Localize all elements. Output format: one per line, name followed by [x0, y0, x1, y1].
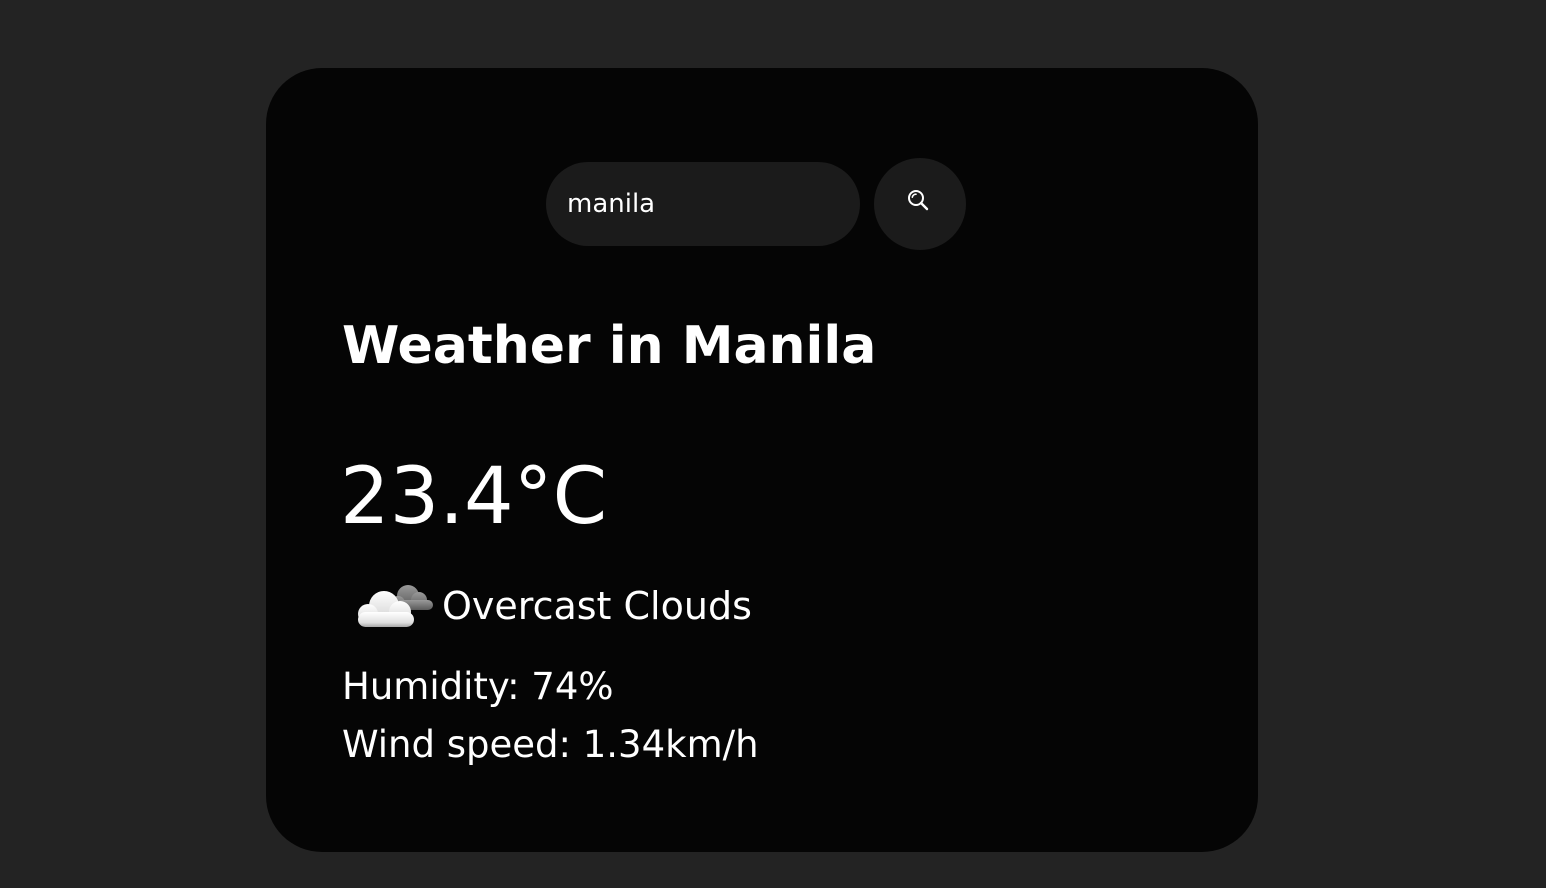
weather-description: Overcast Clouds	[442, 584, 752, 628]
search-button[interactable]	[874, 158, 966, 250]
search-icon	[908, 190, 929, 211]
city-heading: Weather in Manila	[342, 316, 877, 376]
search-input[interactable]	[546, 162, 860, 246]
wind-speed-text: Wind speed: 1.34km/h	[342, 723, 759, 766]
condition-row: Overcast Clouds	[348, 576, 752, 636]
weather-card: Weather in Manila 23.4°C	[266, 68, 1258, 852]
temperature: 23.4°C	[340, 452, 608, 542]
humidity-text: Humidity: 74%	[342, 665, 614, 708]
overcast-clouds-icon	[358, 585, 433, 627]
